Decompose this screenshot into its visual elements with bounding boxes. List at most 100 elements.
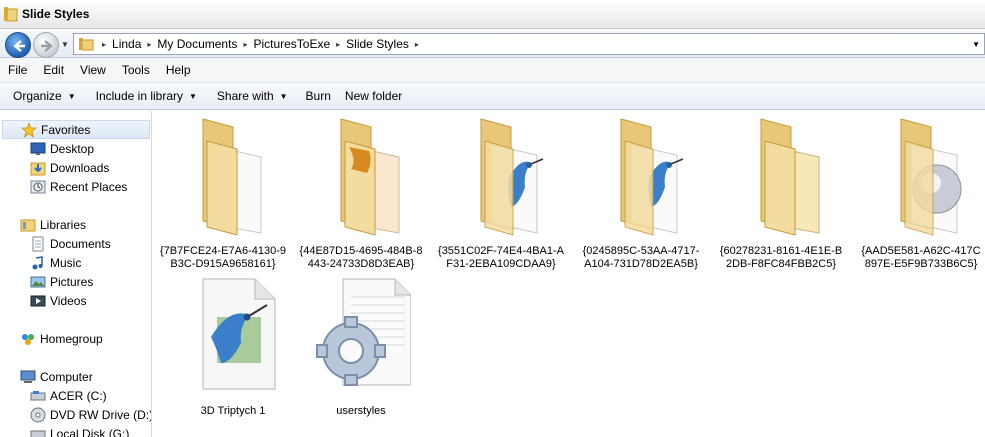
folder-item[interactable]: {AAD5E581-A62C-417C 897E-E5F9B733B6C5} (851, 117, 985, 270)
star-icon (21, 121, 37, 138)
address-row: ▼ ▸ Linda ▸ My Documents ▸ PicturesToExe… (0, 29, 985, 58)
nav-computer-label: Computer (40, 369, 93, 384)
nav-desktop-label: Desktop (50, 141, 95, 156)
folder-label-line2: F31-2EBA109CDAA9} (446, 258, 556, 270)
folder-item[interactable]: {0245895C-53AA-4717- A104-731D78D2EA5B} (571, 117, 711, 270)
folder-label-line2: A104-731D78D2EA5B} (584, 258, 698, 270)
file-list: {7B7FCE24-E7A6-4130-9 B3C-D915A9658161} … (153, 111, 985, 437)
nav-videos-label: Videos (50, 293, 87, 308)
chevron-right-icon[interactable]: ▸ (98, 40, 110, 49)
nav-music-label: Music (50, 255, 82, 270)
folder-item[interactable]: {7B7FCE24-E7A6-4130-9 B3C-D915A9658161} (153, 117, 293, 270)
nav-favorites-label: Favorites (41, 122, 91, 137)
hard-drive-icon (30, 390, 46, 400)
nav-pictures-label: Pictures (50, 274, 94, 289)
nav-music[interactable]: Music (30, 253, 81, 272)
recent-pages-dropdown[interactable]: ▼ (61, 40, 69, 49)
folder-label-line1: {0245895C-53AA-4717- (582, 245, 700, 257)
share-with-label: Share with (216, 89, 274, 103)
nav-libraries-label: Libraries (40, 217, 87, 232)
window-title: Slide Styles (22, 7, 90, 21)
breadcrumb-picturestoexe[interactable]: PicturesToExe (251, 37, 332, 51)
nav-drive-d-label: DVD RW Drive (D:) P (50, 407, 152, 422)
homegroup-icon (22, 333, 34, 345)
menu-bar: File Edit View Tools Help (0, 58, 985, 82)
menu-view[interactable]: View (72, 63, 114, 77)
menu-edit[interactable]: Edit (35, 63, 72, 77)
back-arrow-icon (13, 40, 25, 52)
nav-drive-g-label: Local Disk (G:) (50, 426, 130, 437)
nav-drive-d[interactable]: DVD RW Drive (D:) P (30, 405, 152, 424)
computer-icon (20, 370, 36, 383)
nav-homegroup[interactable]: Homegroup (20, 329, 103, 348)
include-in-library-label: Include in library (95, 89, 183, 103)
folder-label: {AAD5E581-A62C-417C 897E-E5F9B733B6C5} (851, 245, 985, 271)
menu-file[interactable]: File (0, 63, 35, 77)
nav-recent-places-label: Recent Places (50, 179, 128, 194)
desktop-icon (30, 142, 46, 155)
forward-arrow-icon (41, 40, 53, 52)
folder-orange-icon (340, 118, 400, 236)
folder-label: {7B7FCE24-E7A6-4130-9 B3C-D915A9658161} (153, 245, 293, 271)
chevron-right-icon[interactable]: ▸ (143, 40, 155, 49)
address-bar[interactable]: ▸ Linda ▸ My Documents ▸ PicturesToExe ▸… (73, 33, 985, 55)
folder-label: {60278231-8161-4E1E-B 2DB-F8FC84FBB2C5} (711, 245, 851, 271)
file-item[interactable]: 3D Triptych 1 (163, 277, 303, 427)
nav-videos[interactable]: Videos (30, 291, 86, 310)
folder-label-line2: B3C-D915A9658161} (170, 258, 276, 270)
address-history-dropdown[interactable]: ▼ (972, 40, 980, 49)
include-in-library-button[interactable]: Include in library ▼ (89, 89, 204, 103)
nav-drive-g[interactable]: Local Disk (G:) (30, 424, 129, 437)
folder-item[interactable]: {3551C02F-74E4-4BA1-A F31-2EBA109CDAA9} (431, 117, 571, 270)
hummingbird-document-icon (202, 278, 276, 390)
chevron-down-icon: ▼ (189, 91, 197, 101)
settings-file-icon (316, 278, 411, 386)
command-bar: Organize ▼ Include in library ▼ Share wi… (0, 82, 985, 110)
share-with-button[interactable]: Share with ▼ (210, 89, 295, 103)
forward-button[interactable] (33, 32, 59, 58)
nav-downloads[interactable]: Downloads (30, 158, 109, 177)
breadcrumb-my-documents[interactable]: My Documents (155, 37, 239, 51)
chevron-down-icon: ▼ (67, 91, 76, 101)
nav-libraries[interactable]: Libraries (20, 215, 86, 234)
nav-desktop[interactable]: Desktop (30, 139, 94, 158)
hard-drive-icon (30, 430, 46, 437)
folder-icon (79, 38, 94, 51)
nav-computer[interactable]: Computer (20, 367, 93, 386)
folder-label-line2: 897E-E5F9B733B6C5} (864, 258, 978, 270)
folder-label: {3551C02F-74E4-4BA1-A F31-2EBA109CDAA9} (431, 245, 571, 271)
nav-recent-places[interactable]: Recent Places (30, 177, 127, 196)
folder-item[interactable]: {44E87D15-4695-484B-8 443-24733D8D3EAB} (291, 117, 431, 270)
folder-hummingbird-icon (620, 118, 684, 236)
libraries-icon (20, 219, 36, 231)
folder-label-line1: {3551C02F-74E4-4BA1-A (438, 245, 564, 257)
nav-pictures[interactable]: Pictures (30, 272, 93, 291)
organize-button[interactable]: Organize ▼ (6, 89, 83, 103)
downloads-icon (30, 162, 46, 175)
chevron-right-icon[interactable]: ▸ (239, 40, 251, 49)
menu-help[interactable]: Help (158, 63, 199, 77)
new-folder-button[interactable]: New folder (338, 89, 409, 103)
file-label: 3D Triptych 1 (200, 405, 266, 417)
nav-drive-c-label: ACER (C:) (50, 388, 107, 403)
nav-favorites[interactable]: Favorites (2, 120, 150, 139)
nav-downloads-label: Downloads (50, 160, 110, 175)
back-button[interactable] (5, 32, 31, 58)
nav-documents-label: Documents (50, 236, 111, 251)
folder-label-line1: {AAD5E581-A62C-417C (861, 245, 981, 257)
nav-documents[interactable]: Documents (30, 234, 111, 253)
videos-icon (30, 295, 46, 306)
burn-button[interactable]: Burn (299, 89, 338, 103)
folder-hummingbird-icon (480, 118, 544, 236)
organize-label: Organize (13, 89, 62, 103)
breadcrumb-slide-styles[interactable]: Slide Styles (344, 37, 411, 51)
nav-homegroup-label: Homegroup (40, 331, 103, 346)
nav-drive-c[interactable]: ACER (C:) (30, 386, 107, 405)
file-item[interactable]: userstyles (291, 277, 431, 427)
chevron-right-icon[interactable]: ▸ (411, 40, 423, 49)
chevron-right-icon[interactable]: ▸ (332, 40, 344, 49)
breadcrumb-linda[interactable]: Linda (110, 37, 143, 51)
folder-item[interactable]: {60278231-8161-4E1E-B 2DB-F8FC84FBB2C5} (711, 117, 851, 270)
menu-tools[interactable]: Tools (114, 63, 158, 77)
file-label: userstyles (336, 405, 386, 417)
